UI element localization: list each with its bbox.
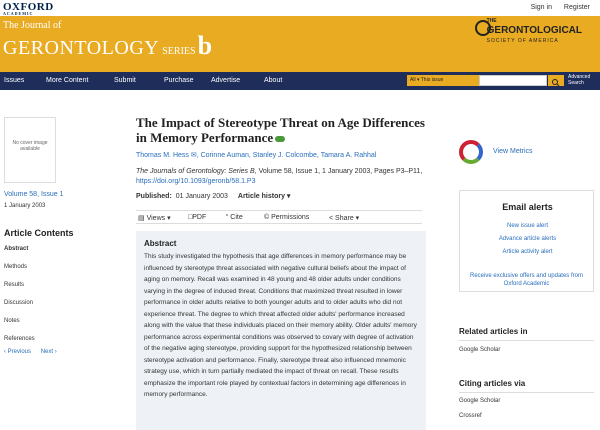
abstract-text: This study investigated the hypothesis t… — [144, 253, 417, 398]
cite-button[interactable]: “ Cite — [226, 214, 243, 221]
register-link[interactable]: Register — [564, 4, 590, 11]
prev-next-nav: ‹ Previous Next › — [4, 349, 57, 355]
advance-article-alert-link[interactable]: Advance article alerts — [460, 236, 595, 242]
previous-link[interactable]: ‹ Previous — [4, 349, 31, 355]
nav-more-content[interactable]: More Content — [46, 77, 88, 84]
share-button[interactable]: < Share ▾ — [329, 214, 359, 222]
toc-abstract[interactable]: Abstract — [4, 246, 35, 264]
journal-title-logo[interactable]: The Journal of GERONTOLOGY SERIESb — [3, 20, 212, 61]
doi-link[interactable]: https://doi.org/10.1093/geronb/58.1.P3 — [136, 178, 255, 185]
open-access-icon — [275, 136, 286, 143]
citation: The Journals of Gerontology: Series B, V… — [136, 168, 423, 185]
view-metrics-link[interactable]: View Metrics — [493, 148, 533, 155]
views-icon: ▤ — [138, 215, 145, 222]
citing-articles-title: Citing articles via — [459, 379, 526, 388]
society-logo[interactable]: THE GERONTOLOGICAL SOCIETY OF AMERICA — [487, 16, 582, 46]
search-scope-select[interactable]: All ▾ This issue — [407, 75, 479, 86]
sign-in-link[interactable]: Sign in — [531, 4, 552, 11]
author-list[interactable]: Thomas M. Hess ✉, Corinne Auman, Stanley… — [136, 151, 376, 159]
nav-issues[interactable]: Issues — [4, 77, 24, 84]
nav-about[interactable]: About — [264, 77, 282, 84]
issue-date: 1 January 2003 — [4, 203, 46, 209]
divider — [459, 340, 594, 341]
search-icon — [552, 79, 560, 87]
pdf-button[interactable]: □PDF — [188, 214, 206, 221]
divider — [459, 392, 594, 393]
citing-crossref-link[interactable]: Crossref — [459, 413, 482, 419]
related-google-scholar-link[interactable]: Google Scholar — [459, 347, 500, 353]
copyright-icon: © — [264, 214, 270, 221]
next-link[interactable]: Next › — [41, 349, 57, 355]
nav-advertise[interactable]: Advertise — [211, 77, 240, 84]
search-input[interactable] — [479, 75, 547, 86]
cover-placeholder: No cover image available — [4, 117, 56, 183]
search-button[interactable] — [548, 75, 564, 87]
article-toolbar: ▤ Views ▾ □PDF “ Cite © Permissions < Sh… — [136, 210, 422, 224]
oxford-academic-logo[interactable]: OXFORD ACADEMIC — [3, 1, 54, 16]
oxford-offers-link[interactable]: Receive exclusive offers and updates fro… — [469, 272, 584, 288]
account-links: Sign in Register — [531, 4, 600, 11]
share-icon: < — [329, 215, 334, 222]
related-articles-title: Related articles in — [459, 327, 528, 336]
new-issue-alert-link[interactable]: New issue alert — [460, 223, 595, 229]
nav-submit[interactable]: Submit — [114, 77, 136, 84]
published-info: Published: 01 January 2003 Article histor… — [136, 193, 291, 200]
advanced-search-link[interactable]: Advanced Search — [568, 74, 590, 86]
views-button[interactable]: ▤ Views ▾ — [138, 214, 171, 222]
toc-discussion[interactable]: Discussion — [4, 300, 35, 318]
toc-results[interactable]: Results — [4, 282, 35, 300]
nav-purchase[interactable]: Purchase — [164, 77, 194, 84]
article-title: The Impact of Stereotype Threat on Age D… — [136, 115, 425, 145]
volume-link[interactable]: Volume 58, Issue 1 — [4, 191, 64, 198]
toc-notes[interactable]: Notes — [4, 318, 35, 336]
article-history-toggle[interactable]: Article history ▾ — [238, 193, 291, 200]
abstract-section: Abstract This study investigated the hyp… — [136, 231, 426, 430]
top-bar: OXFORD ACADEMIC Sign in Register — [0, 0, 600, 16]
email-alerts-title: Email alerts — [502, 202, 553, 212]
altmetric-badge-icon[interactable] — [459, 140, 483, 164]
abstract-heading: Abstract — [144, 239, 177, 248]
permissions-button[interactable]: © Permissions — [264, 214, 309, 221]
citing-google-scholar-link[interactable]: Google Scholar — [459, 398, 500, 404]
article-contents-title: Article Contents — [4, 228, 74, 238]
article-contents-list: Abstract Methods Results Discussion Note… — [4, 246, 35, 354]
article-activity-alert-link[interactable]: Article activity alert — [460, 249, 595, 255]
toc-methods[interactable]: Methods — [4, 264, 35, 282]
quote-icon: “ — [226, 214, 229, 221]
